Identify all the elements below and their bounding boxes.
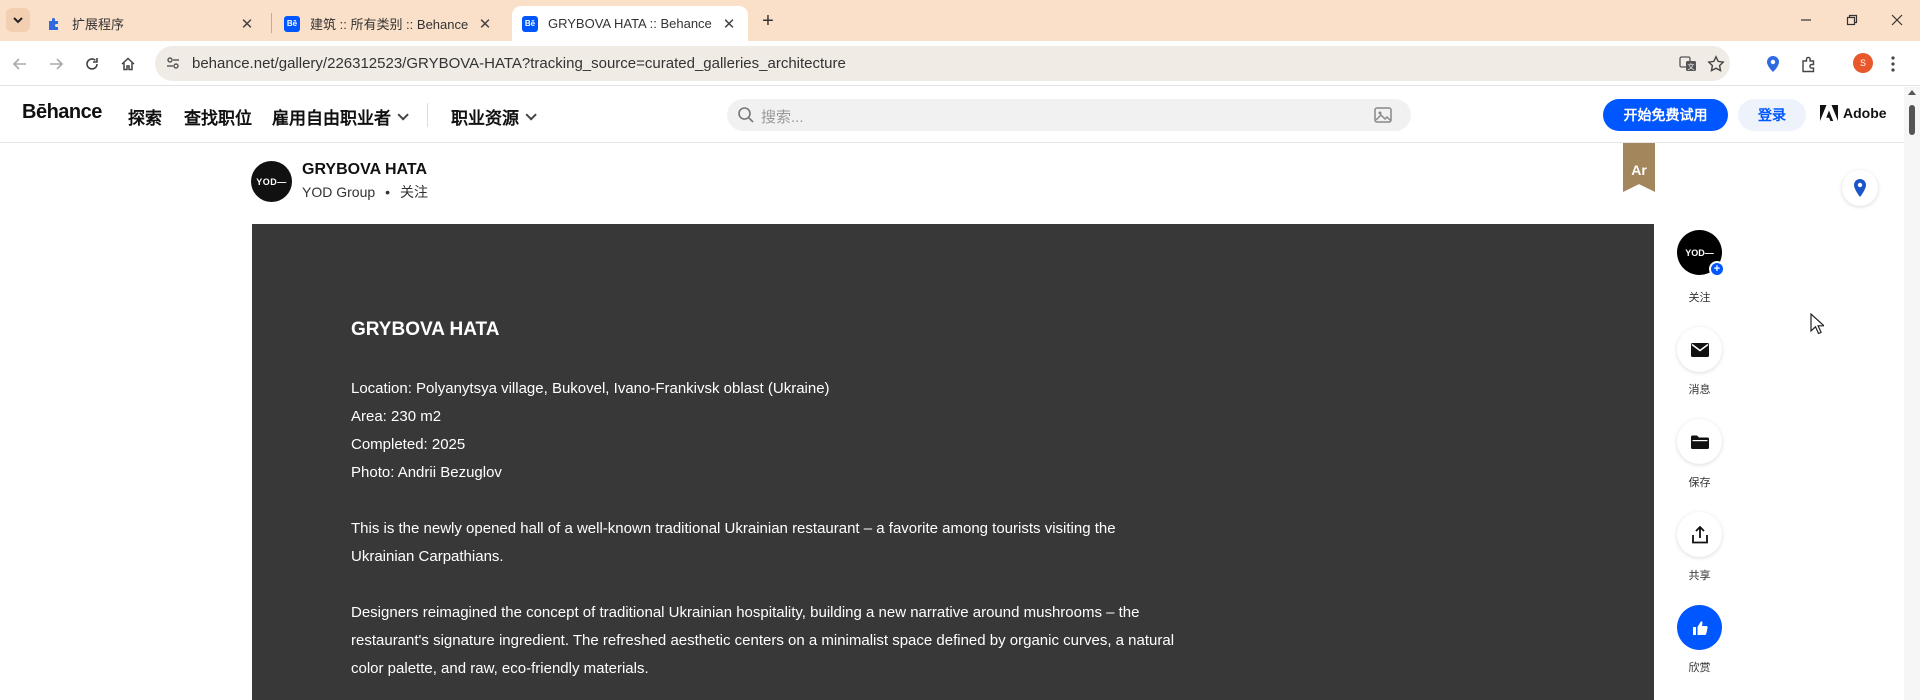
start-free-trial-button[interactable]: 开始免费试用 bbox=[1603, 99, 1728, 131]
project-content-module: GRYBOVA HATA Location: Polyanytsya villa… bbox=[252, 224, 1654, 700]
tab-title: GRYBOVA HATA :: Behance bbox=[548, 16, 712, 31]
adobe-label: Adobe bbox=[1843, 105, 1887, 121]
follow-link[interactable]: 关注 bbox=[400, 182, 428, 202]
close-icon[interactable]: ✕ bbox=[238, 15, 256, 33]
owner-name-link[interactable]: YOD Group bbox=[302, 184, 375, 200]
appreciate-button[interactable] bbox=[1677, 605, 1722, 650]
mail-icon bbox=[1690, 342, 1709, 357]
reload-icon bbox=[86, 58, 98, 70]
message-button[interactable] bbox=[1677, 327, 1722, 372]
folder-icon bbox=[1690, 435, 1709, 449]
browser-toolbar: behance.net/gallery/226312523/GRYBOVA-HA… bbox=[0, 41, 1920, 86]
close-icon[interactable]: ✕ bbox=[720, 15, 738, 33]
new-tab-button[interactable]: + bbox=[756, 9, 780, 33]
browser-tab-strip: 扩展程序 ✕ Bē 建筑 :: 所有类别 :: Behance ✕ Bē GRY… bbox=[0, 0, 1920, 41]
share-button[interactable] bbox=[1677, 512, 1722, 557]
project-owner-line: YOD Group • 关注 bbox=[302, 182, 428, 202]
rail-appreciate-label: 欣赏 bbox=[1688, 662, 1711, 674]
location-text: Location: Polyanytsya village, Bukovel, … bbox=[351, 380, 830, 397]
nav-career-resources[interactable]: 职业资源 bbox=[451, 104, 537, 129]
arrow-left-icon bbox=[12, 58, 26, 70]
tab-title: 扩展程序 bbox=[72, 17, 125, 32]
close-window-button[interactable] bbox=[1874, 0, 1920, 40]
back-button[interactable] bbox=[8, 52, 32, 76]
menu-kebab-icon[interactable] bbox=[1881, 52, 1905, 76]
separator-dot: • bbox=[385, 184, 391, 200]
restore-button[interactable] bbox=[1829, 0, 1875, 40]
home-button[interactable] bbox=[116, 52, 140, 76]
scrollbar-thumb[interactable] bbox=[1909, 105, 1915, 135]
description-paragraph-2: Designers reimagined the concept of trad… bbox=[351, 604, 1175, 677]
rail-message-label: 消息 bbox=[1688, 384, 1711, 396]
site-info-icon[interactable] bbox=[164, 54, 182, 72]
rail-follow-label: 关注 bbox=[1688, 292, 1711, 304]
photo-credit-text: Photo: Andrii Bezuglov bbox=[351, 464, 502, 481]
content-heading: GRYBOVA HATA bbox=[351, 319, 500, 340]
chevron-down-icon bbox=[13, 17, 23, 24]
tab-divider bbox=[271, 13, 272, 33]
home-icon bbox=[121, 57, 135, 71]
search-icon bbox=[738, 107, 754, 123]
map-pin-extension-icon[interactable] bbox=[1761, 52, 1785, 76]
profile-avatar[interactable]: S bbox=[1853, 53, 1873, 73]
map-pin-icon bbox=[1854, 179, 1866, 197]
mouse-cursor-icon bbox=[1810, 313, 1824, 335]
nav-label: 职业资源 bbox=[451, 109, 519, 128]
page-scrollbar[interactable] bbox=[1904, 87, 1920, 700]
nav-label: 探索 bbox=[128, 109, 162, 128]
share-icon bbox=[1691, 525, 1708, 543]
thumbs-up-icon bbox=[1692, 620, 1708, 635]
image-search-icon[interactable] bbox=[1373, 105, 1393, 125]
architecture-badge[interactable]: Ar bbox=[1623, 143, 1655, 192]
plus-icon[interactable]: + bbox=[1709, 261, 1725, 277]
description-paragraph-1: This is the newly opened hall of a well-… bbox=[351, 520, 1116, 565]
translate-icon[interactable]: 文 bbox=[1678, 54, 1698, 74]
close-icon[interactable]: ✕ bbox=[476, 15, 494, 33]
behance-favicon-icon: Bē bbox=[284, 15, 300, 32]
chevron-down-icon bbox=[397, 108, 409, 121]
nav-label: 雇用自由职业者 bbox=[272, 109, 391, 128]
project-title: GRYBOVA HATA bbox=[302, 161, 428, 178]
chevron-down-icon bbox=[525, 108, 537, 121]
behance-header: Bēhance 探索 查找职位 雇用自由职业者 职业资源 搜索... 开始免费试… bbox=[0, 87, 1904, 143]
behance-logo[interactable]: Bēhance bbox=[22, 101, 102, 124]
arrow-right-icon bbox=[50, 58, 64, 70]
owner-avatar[interactable]: YOD— bbox=[251, 161, 292, 202]
tab-grybova-hata[interactable]: Bē GRYBOVA HATA :: Behance ✕ bbox=[512, 6, 748, 41]
nav-hire-freelancers[interactable]: 雇用自由职业者 bbox=[272, 104, 409, 129]
rail-save-label: 保存 bbox=[1688, 477, 1711, 489]
area-text: Area: 230 m2 bbox=[351, 408, 442, 425]
bookmark-star-icon[interactable] bbox=[1706, 54, 1726, 74]
tab-architecture[interactable]: Bē 建筑 :: 所有类别 :: Behance ✕ bbox=[274, 6, 504, 41]
scroll-up-arrow-icon[interactable] bbox=[1908, 90, 1916, 95]
minimize-button[interactable] bbox=[1783, 0, 1829, 40]
restore-icon bbox=[1846, 14, 1858, 26]
url-text[interactable]: behance.net/gallery/226312523/GRYBOVA-HA… bbox=[192, 55, 846, 72]
minimize-icon bbox=[1801, 19, 1811, 21]
extensions-icon[interactable] bbox=[1797, 52, 1821, 76]
tab-search-button[interactable] bbox=[6, 8, 30, 32]
search-placeholder: 搜索... bbox=[761, 109, 804, 126]
adobe-link[interactable]: Adobe bbox=[1820, 105, 1887, 121]
tab-title: 建筑 :: 所有类别 :: Behance bbox=[310, 17, 469, 32]
floating-map-pin-button[interactable] bbox=[1842, 170, 1878, 206]
close-icon bbox=[1891, 14, 1903, 26]
login-button[interactable]: 登录 bbox=[1738, 99, 1806, 131]
forward-button[interactable] bbox=[44, 52, 68, 76]
svg-text:文: 文 bbox=[1688, 62, 1695, 71]
nav-explore[interactable]: 探索 bbox=[128, 104, 162, 129]
puzzle-icon bbox=[46, 16, 62, 32]
completed-text: Completed: 2025 bbox=[351, 436, 466, 453]
nav-label: 查找职位 bbox=[184, 109, 252, 128]
reload-button[interactable] bbox=[80, 52, 104, 76]
adobe-logo-icon bbox=[1820, 105, 1838, 121]
rail-share-label: 共享 bbox=[1688, 570, 1711, 582]
behance-favicon-icon: Bē bbox=[522, 15, 538, 32]
tab-extensions[interactable]: 扩展程序 ✕ bbox=[36, 6, 266, 41]
nav-find-jobs[interactable]: 查找职位 bbox=[184, 104, 252, 129]
save-button[interactable] bbox=[1677, 419, 1722, 464]
address-bar[interactable]: behance.net/gallery/226312523/GRYBOVA-HA… bbox=[155, 46, 1730, 81]
nav-divider bbox=[427, 103, 428, 127]
search-input[interactable]: 搜索... bbox=[727, 99, 1411, 131]
